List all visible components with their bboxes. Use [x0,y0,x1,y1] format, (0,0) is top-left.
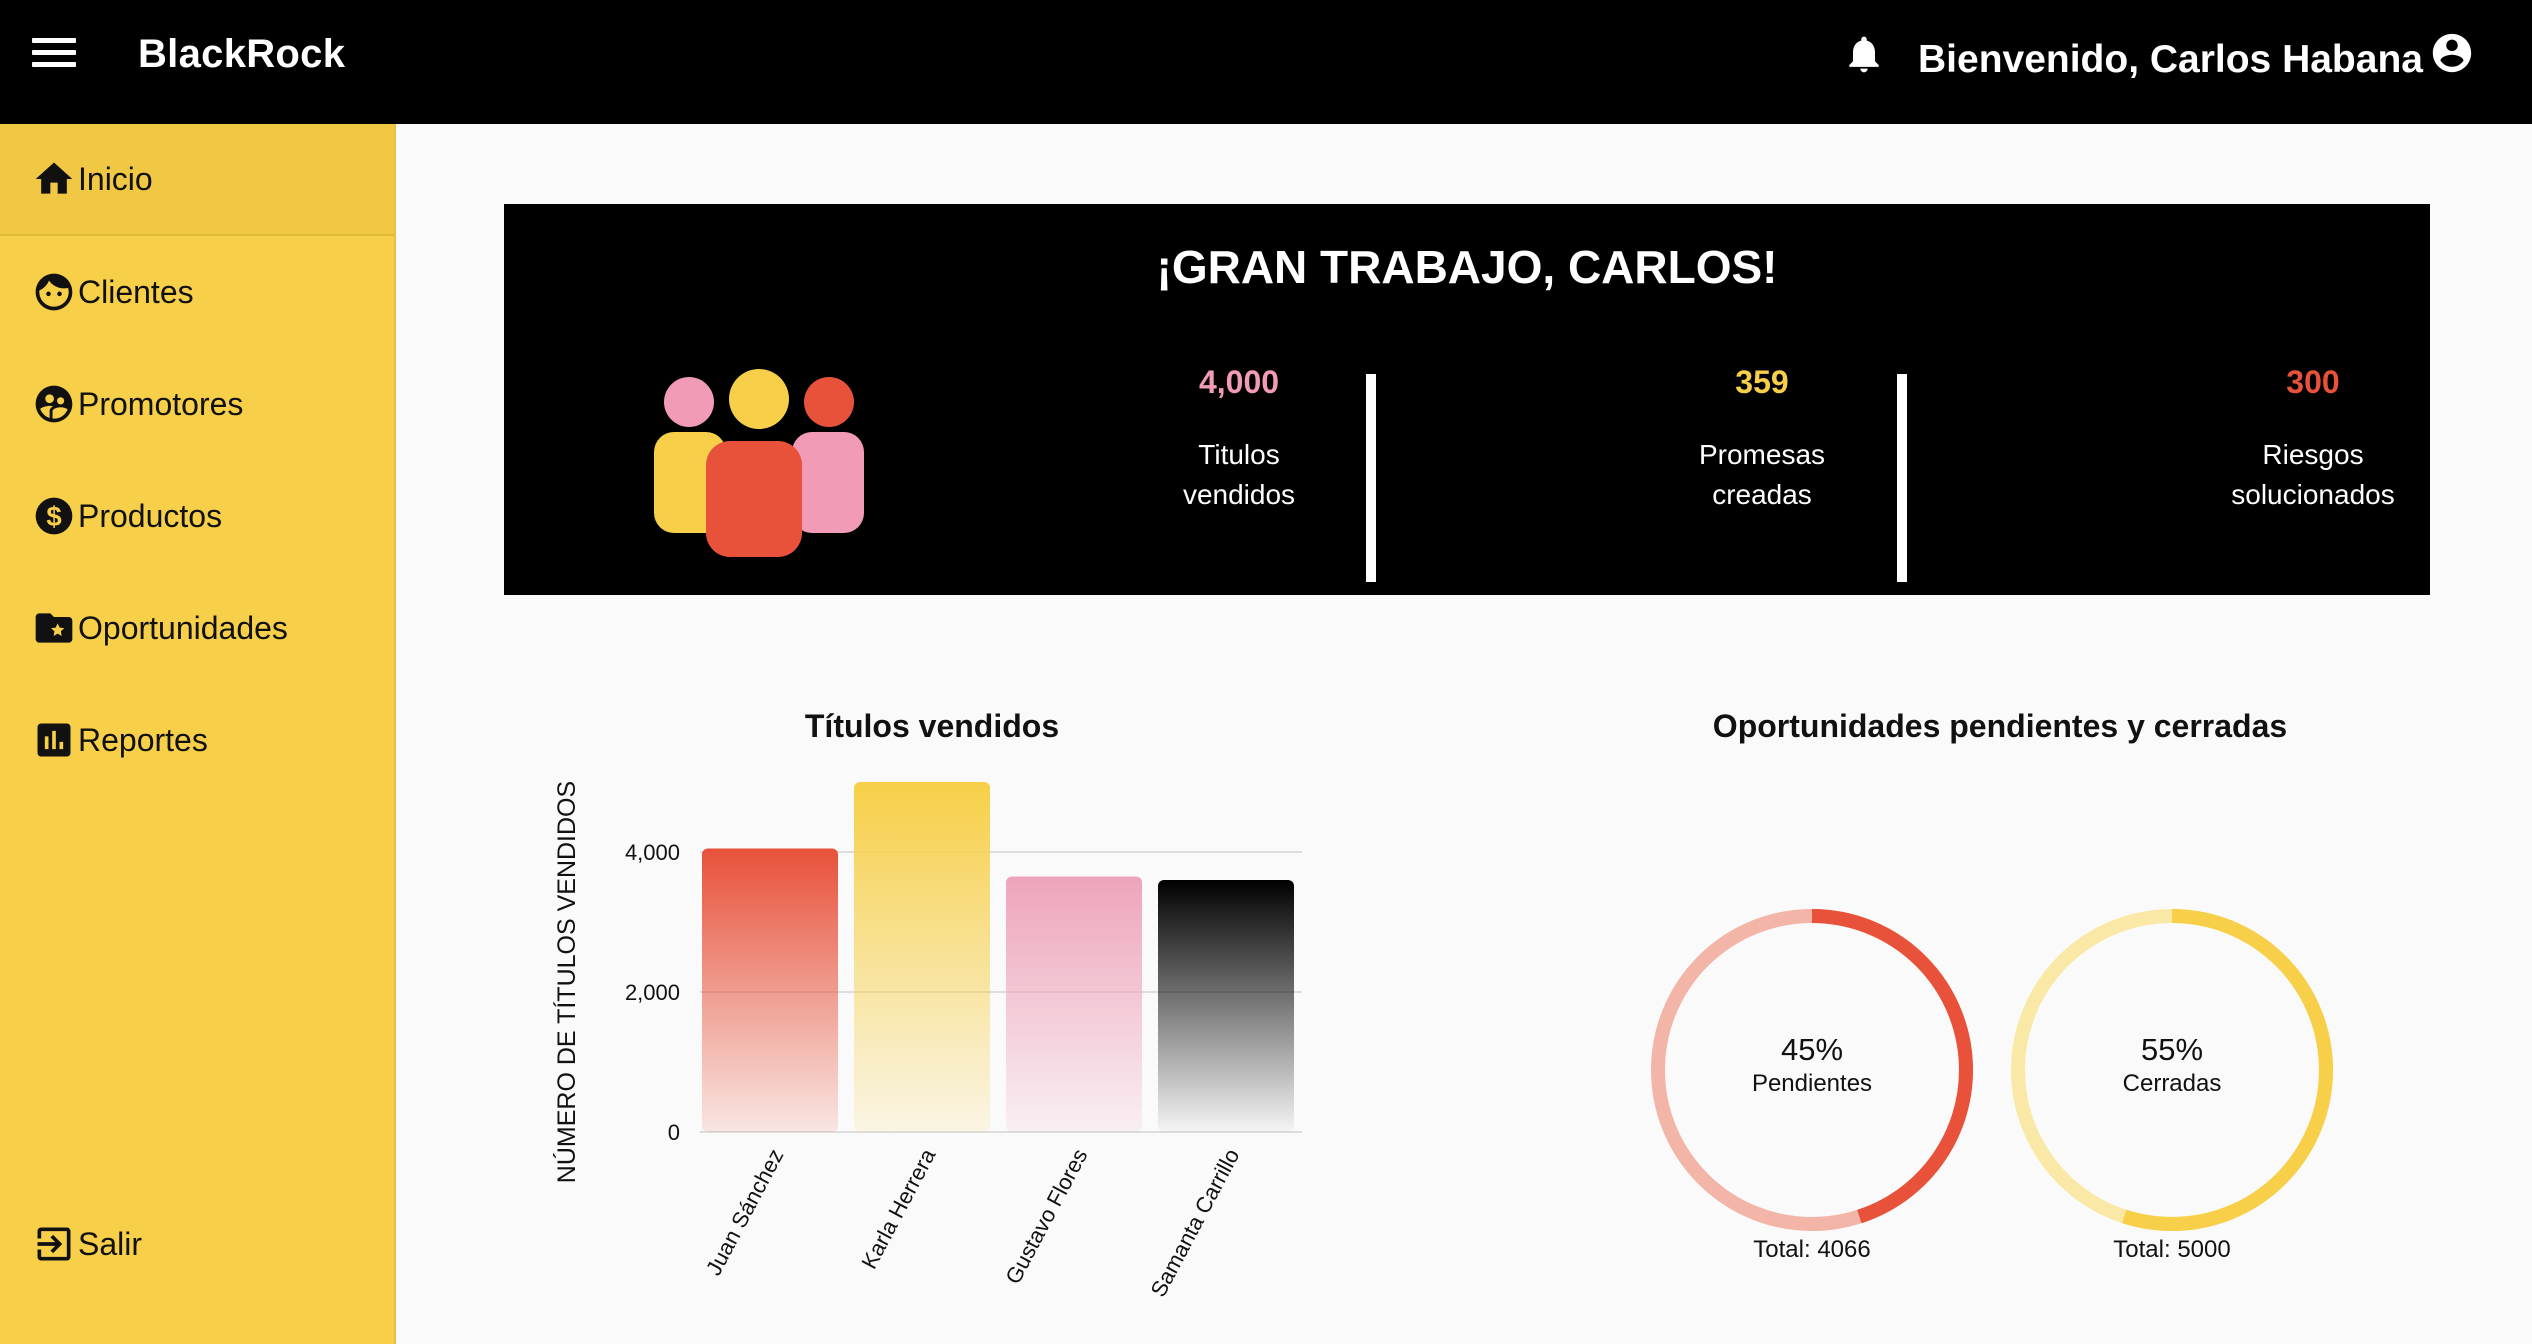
logout-label: Salir [78,1225,143,1262]
person-head-yellow [729,369,789,429]
bar-juan-sánchez [702,848,838,1132]
stat-value: 300 [2286,364,2340,400]
welcome-text: Bienvenido, Carlos Habana [1918,38,2423,81]
home-icon [35,162,73,194]
stat-label-line2: creadas [1712,479,1812,510]
donut-total-cerradas: Total: 5000 [2113,1236,2231,1263]
titles-bar-chart: NÚMERO DE TÍTULOS VENDIDOS 0 2,000 4,000 Jua… [552,781,1302,1301]
donut-label: Pendientes [1751,1070,1873,1097]
stat-label: Titulos vendidos [1114,435,1364,515]
sidebar-item-label: Reportes [78,721,208,758]
stat-label-line1: Titulos [1198,439,1280,470]
dollar-icon: $ [35,497,73,535]
y-tick-label: 0 [668,1120,680,1145]
y-tick-label: 4,000 [625,840,680,865]
stat-label-line2: vendidos [1182,479,1296,510]
stat-label-line1: Promesas [1698,439,1826,470]
folder-star-icon [35,613,73,643]
stat-label: Promesas creadas [1637,435,1887,515]
stat-label: Riesgos solucionados [2188,435,2438,515]
sidebar-item-clientes[interactable]: Clientes [0,236,394,348]
donut-percent: 45% [1780,1032,1844,1067]
sidebar-item-label: Promotores [78,385,244,422]
banner-title: ¡GRAN TRABAJO, CARLOS! [1156,241,1778,293]
stat-value: 4,000 [1198,364,1280,400]
donut-center-pendientes: 45% Pendientes [1692,1032,1932,1098]
x-tick-label: Gustavo Flores [1000,1145,1092,1288]
person-body-red [706,441,802,557]
bar-samanta-carrillo [1158,880,1294,1132]
x-tick-label: Samanta Carrillo [1145,1145,1244,1301]
sidebar-item-label: Inicio [78,160,153,197]
logout-icon [37,1227,71,1261]
person-head-pink [664,377,714,427]
sidebar-item-reportes[interactable]: Reportes [0,684,394,796]
menu-icon[interactable] [32,38,76,72]
sidebar-item-inicio[interactable]: Inicio [0,124,394,236]
bar-chart-title: Títulos vendidos [804,708,1060,744]
bar-chart-icon [37,723,71,757]
donut-center-cerradas: 55% Cerradas [2052,1032,2292,1098]
stat-titulos: 4,000 Titulos vendidos [1114,364,1364,515]
stat-promesas: 359 Promesas creadas [1637,364,1887,515]
brand-title: BlackRock [138,32,346,76]
sidebar-item-promotores[interactable]: Promotores [0,348,394,460]
donut-total-pendientes: Total: 4066 [1753,1236,1871,1263]
stat-label-line2: solucionados [2231,479,2395,510]
x-tick-label: Juan Sánchez [701,1145,789,1280]
stat-value: 359 [1735,364,1789,400]
svg-text:$: $ [46,501,61,532]
person-body-pink [792,432,864,533]
stat-divider [1366,374,1376,582]
bell-icon[interactable] [1842,28,1886,80]
person-head-red [804,377,854,427]
donut-percent: 55% [2140,1032,2204,1067]
sidebar-item-productos[interactable]: $ Productos [0,460,394,572]
stat-divider [1897,374,1907,582]
donut-chart-title: Oportunidades pendientes y cerradas [1712,708,2288,744]
sidebar-item-label: Oportunidades [78,609,288,646]
stat-label-line1: Riesgos [2262,439,2364,470]
sidebar-item-label: Clientes [78,273,194,310]
donut-label: Cerradas [2122,1070,2222,1097]
bar-karla-herrera [854,782,990,1132]
sidebar-item-label: Productos [78,497,223,534]
stat-riesgos: 300 Riesgos solucionados [2188,364,2438,515]
sidebar-item-oportunidades[interactable]: Oportunidades [0,572,394,684]
sidebar: Inicio Clientes Promotores $ Productos O… [0,124,396,1344]
logout-button[interactable]: Salir [0,1188,394,1300]
bar-gustavo-flores [1006,876,1142,1132]
group-icon [35,385,73,423]
y-tick-label: 2,000 [625,980,680,1005]
summary-banner: ¡GRAN TRABAJO, CARLOS! 4,000 Titulos ven… [504,204,2430,595]
people-illustration [654,369,864,557]
top-app-bar: BlackRock Bienvenido, Carlos Habana [0,0,2532,124]
account-circle-icon[interactable] [2429,30,2475,76]
x-tick-label: Karla Herrera [856,1144,940,1273]
y-axis-label: NÚMERO DE TÍTULOS VENDIDOS [552,781,581,1183]
face-icon [35,273,73,311]
